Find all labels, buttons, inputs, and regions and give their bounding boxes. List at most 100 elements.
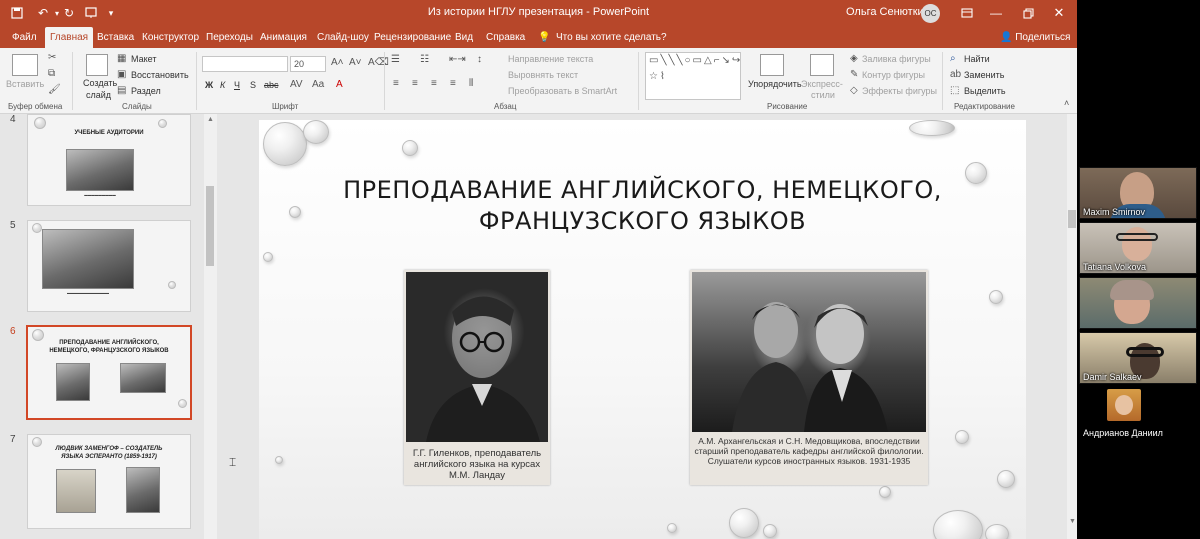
- current-slide[interactable]: ПРЕПОДАВАНИЕ АНГЛИЙСКОГО, НЕМЕЦКОГО, ФРА…: [259, 120, 1026, 539]
- thumbnail-title: ПРЕПОДАВАНИЕ АНГЛИЙСКОГО, НЕМЕЦКОГО, ФРА…: [49, 340, 169, 354]
- slide-thumbnail-6[interactable]: ПРЕПОДАВАНИЕ АНГЛИЙСКОГО, НЕМЕЦКОГО, ФРА…: [26, 325, 192, 420]
- find-icon: ⌕: [950, 53, 956, 64]
- font-size-input[interactable]: 20: [290, 56, 326, 72]
- new-slide-button[interactable]: Создать: [83, 78, 117, 88]
- water-drop: [275, 456, 283, 464]
- align-center-icon[interactable]: ≡: [412, 78, 418, 89]
- arrange-icon[interactable]: [760, 54, 784, 76]
- find-button[interactable]: Найти: [964, 54, 990, 64]
- slide-scrollbar[interactable]: ▼: [1067, 114, 1077, 539]
- thumbnail-title: ЛЮДВИК ЗАМЕНГОФ – СОЗДАТЕЛЬ ЯЗЫКА ЭСПЕРА…: [55, 446, 163, 460]
- tab-review[interactable]: Рецензирование: [374, 27, 451, 48]
- thumbnail-caption: ▬▬▬▬▬▬▬▬▬▬▬▬: [67, 291, 109, 295]
- strikethrough-button[interactable]: abc: [264, 80, 279, 90]
- shapes-gallery[interactable]: ▭╲╲╲○▭△⌐↘↪⇩↳⇨⇦↷⌒{}☆⌇: [645, 52, 741, 100]
- new-slide-label[interactable]: слайд: [86, 90, 111, 100]
- paste-button[interactable]: Вставить: [6, 79, 44, 89]
- share-label: Поделиться: [1015, 32, 1071, 43]
- text-direction-button[interactable]: Направление текста: [508, 54, 593, 64]
- participant-tile[interactable]: Tatiana Volkova: [1079, 222, 1197, 274]
- restore-icon[interactable]: [1019, 4, 1037, 22]
- change-case-icon[interactable]: Aa: [312, 79, 324, 90]
- tab-animations[interactable]: Анимация: [260, 27, 307, 48]
- decrease-font-icon[interactable]: A˅: [349, 57, 362, 68]
- avatar[interactable]: ОС: [921, 4, 940, 23]
- format-painter-icon[interactable]: 🖌: [48, 84, 61, 95]
- increase-font-icon[interactable]: A˄: [331, 57, 344, 68]
- participant-name: Tatiana Volkova: [1083, 262, 1147, 272]
- slide-scroll-thumb[interactable]: [1068, 210, 1076, 228]
- quick-styles-label[interactable]: стили: [811, 90, 835, 100]
- slide-number: 7: [10, 434, 16, 445]
- collapse-ribbon-icon[interactable]: ˄: [1064, 98, 1069, 108]
- participant-tile[interactable]: [1079, 277, 1197, 329]
- clear-format-icon[interactable]: A⌫: [368, 57, 389, 68]
- italic-button[interactable]: К: [220, 80, 225, 90]
- select-button[interactable]: Выделить: [964, 86, 1006, 96]
- water-drop: [729, 508, 759, 538]
- replace-button[interactable]: Заменить: [964, 70, 1004, 80]
- slide-thumbnail-5[interactable]: ▬▬▬▬▬▬▬▬▬▬▬▬: [27, 220, 191, 312]
- copy-icon[interactable]: ⧉: [48, 68, 55, 79]
- thumbnails-scrollbar[interactable]: ▲: [204, 114, 217, 539]
- align-right-icon[interactable]: ≡: [431, 78, 437, 89]
- shape-effects-button[interactable]: Эффекты фигуры: [862, 86, 937, 96]
- align-text-button[interactable]: Выровнять текст: [508, 70, 578, 80]
- minimize-icon[interactable]: —: [987, 4, 1005, 22]
- thumbnails-scroll-thumb[interactable]: [206, 186, 214, 266]
- bold-button[interactable]: Ж: [205, 80, 213, 90]
- slide-thumbnail-7[interactable]: ЛЮДВИК ЗАМЕНГОФ – СОЗДАТЕЛЬ ЯЗЫКА ЭСПЕРА…: [27, 434, 191, 529]
- photo-card-gilenkov[interactable]: Г.Г. Гиленков, преподаватель английского…: [404, 270, 550, 485]
- font-group-label: Шрифт: [272, 102, 299, 111]
- underline-button[interactable]: Ч: [234, 80, 240, 90]
- participant-tile[interactable]: Damir Salkaev: [1079, 332, 1197, 384]
- shadow-button[interactable]: S: [250, 80, 256, 90]
- bullets-icon[interactable]: ☰: [391, 54, 400, 65]
- font-family-input[interactable]: [202, 56, 288, 72]
- scroll-down-icon[interactable]: ▼: [1069, 518, 1076, 525]
- indent-icon[interactable]: ⇤⇥: [449, 54, 466, 65]
- shape-outline-button[interactable]: Контур фигуры: [862, 70, 925, 80]
- shape-fill-button[interactable]: Заливка фигуры: [862, 54, 931, 64]
- water-drop: [879, 486, 891, 498]
- tab-slideshow[interactable]: Слайд-шоу: [317, 27, 369, 48]
- tab-design[interactable]: Конструктор: [142, 27, 199, 48]
- quick-styles-icon[interactable]: [810, 54, 834, 76]
- effects-icon: ◇: [850, 85, 858, 96]
- tab-help[interactable]: Справка: [486, 27, 525, 48]
- numbering-icon[interactable]: ☷: [420, 54, 429, 65]
- share-button[interactable]: 👤 Поделиться: [1000, 27, 1070, 48]
- photo-card-arkhangelskaya[interactable]: А.М. Архангельская и С.Н. Медовщикова, в…: [690, 270, 928, 485]
- char-spacing-icon[interactable]: AV: [290, 79, 303, 90]
- tab-insert[interactable]: Вставка: [97, 27, 134, 48]
- reset-button[interactable]: Восстановить: [131, 70, 189, 80]
- ribbon-display-icon[interactable]: [958, 4, 976, 22]
- participant-tile[interactable]: Андрианов Даниил: [1079, 387, 1197, 439]
- columns-icon[interactable]: ⫴: [469, 78, 473, 89]
- ribbon-separator: [72, 52, 73, 110]
- section-button[interactable]: Раздел: [131, 86, 161, 96]
- tab-transitions[interactable]: Переходы: [206, 27, 253, 48]
- tab-view[interactable]: Вид: [455, 27, 473, 48]
- tab-home[interactable]: Главная: [45, 27, 94, 48]
- photo-caption: Г.Г. Гиленков, преподаватель английского…: [412, 448, 542, 481]
- font-color-icon[interactable]: A: [336, 79, 343, 90]
- paragraph-group-label: Абзац: [494, 102, 517, 111]
- quick-styles-button[interactable]: Экспресс-: [801, 79, 843, 89]
- tab-file[interactable]: Файл: [12, 27, 37, 48]
- justify-icon[interactable]: ≡: [450, 78, 456, 89]
- new-slide-icon[interactable]: [86, 54, 108, 76]
- participant-tile[interactable]: Maxim Smirnov: [1079, 167, 1197, 219]
- tell-me-search[interactable]: Что вы хотите сделать?: [556, 27, 667, 48]
- layout-button[interactable]: Макет: [131, 54, 156, 64]
- align-left-icon[interactable]: ≡: [393, 78, 399, 89]
- close-icon[interactable]: ✕: [1050, 4, 1068, 22]
- cut-icon[interactable]: ✂: [48, 52, 56, 63]
- slide-thumbnail-4[interactable]: УЧЕБНЫЕ АУДИТОРИИ ▬▬▬▬▬▬▬▬▬: [27, 114, 191, 206]
- arrange-button[interactable]: Упорядочить: [748, 79, 802, 89]
- convert-smartart-button[interactable]: Преобразовать в SmartArt: [508, 86, 617, 96]
- paste-icon[interactable]: [12, 54, 38, 76]
- line-spacing-icon[interactable]: ↕: [477, 54, 482, 65]
- scroll-up-icon[interactable]: ▲: [207, 116, 214, 123]
- slide-title[interactable]: ПРЕПОДАВАНИЕ АНГЛИЙСКОГО, НЕМЕЦКОГО, ФРА…: [299, 175, 986, 237]
